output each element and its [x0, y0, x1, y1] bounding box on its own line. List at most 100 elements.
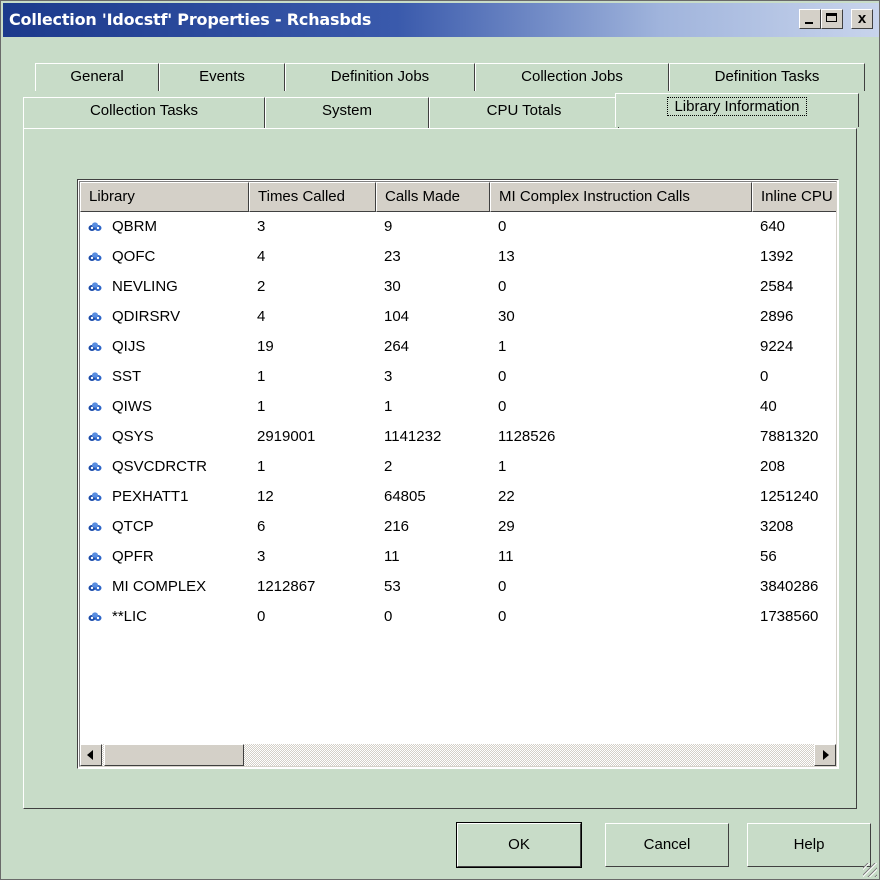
tab-collection-jobs[interactable]: Collection Jobs [475, 63, 669, 91]
tab-cpu-totals[interactable]: CPU Totals [429, 97, 619, 129]
tab-collection-tasks[interactable]: Collection Tasks [23, 97, 265, 129]
table-cell: QSVCDRCTR [112, 458, 208, 475]
tab-definition-tasks[interactable]: Definition Tasks [669, 63, 865, 91]
scroll-right-button[interactable] [814, 744, 836, 766]
maximize-button[interactable] [821, 9, 843, 29]
table-row[interactable]: QIJS 19 264 1 9224 [80, 332, 836, 362]
table-cell: QTCP [112, 518, 154, 535]
tab-label: Collection Jobs [521, 68, 623, 85]
ok-button[interactable]: OK [456, 822, 582, 868]
library-icon [88, 492, 102, 501]
table-cell: 19 [257, 338, 274, 355]
table-cell: 3 [384, 368, 393, 385]
table-cell: 64805 [384, 488, 426, 505]
title-bar[interactable]: Collection 'Idocstf' Properties - Rchasb… [3, 3, 879, 37]
minimize-button[interactable] [799, 9, 821, 29]
arrow-right-icon [823, 750, 829, 760]
table-cell: QIWS [112, 398, 152, 415]
table-cell: 0 [498, 368, 507, 385]
table-cell: 53 [384, 578, 401, 595]
table-cell: 1 [498, 338, 507, 355]
library-icon [88, 252, 102, 261]
table-cell: 4 [257, 248, 266, 265]
table-cell: PEXHATT1 [112, 488, 189, 505]
tab-label: Definition Jobs [330, 68, 430, 85]
library-icon [88, 342, 102, 351]
table-row[interactable]: QIWS 1 1 0 40 [80, 392, 836, 422]
library-icon [88, 222, 102, 231]
resize-grip-icon[interactable] [863, 863, 877, 877]
close-icon: x [857, 10, 867, 27]
column-header-calls-made[interactable]: Calls Made [376, 182, 490, 212]
table-cell: 4 [257, 308, 266, 325]
table-row[interactable]: QPFR 3 11 11 56 [80, 542, 836, 572]
close-button[interactable]: x [851, 9, 873, 29]
table-cell: 2896 [760, 308, 794, 325]
table-cell: 23 [384, 248, 401, 265]
table-row[interactable]: QDIRSRV 4 104 30 2896 [80, 302, 836, 332]
table-cell: SST [112, 368, 142, 385]
cancel-button[interactable]: Cancel [605, 823, 729, 867]
table-cell: 640 [760, 218, 786, 235]
table-cell: **LIC [112, 608, 148, 625]
table-cell: 56 [760, 548, 777, 565]
table-row[interactable]: PEXHATT1 12 64805 22 1251240 [80, 482, 836, 512]
column-header-inline-cpu[interactable]: Inline CPU [752, 182, 836, 212]
tab-label: General [70, 68, 124, 85]
tab-label: Library Information [667, 97, 807, 116]
table-cell: 12 [257, 488, 274, 505]
library-table: Library Times Called Calls Made MI Compl… [77, 179, 839, 769]
horizontal-scrollbar[interactable] [80, 744, 836, 766]
table-cell: 9 [384, 218, 393, 235]
library-icon [88, 582, 102, 591]
table-cell: 216 [384, 518, 410, 535]
table-row[interactable]: QBRM 3 9 0 640 [80, 212, 836, 242]
table-cell: 2584 [760, 278, 794, 295]
table-cell: 1251240 [760, 488, 819, 505]
table-row[interactable]: **LIC 0 0 0 1738560 [80, 602, 836, 632]
library-icon [88, 312, 102, 321]
table-cell: NEVLING [112, 278, 178, 295]
table-cell: MI COMPLEX [112, 578, 207, 595]
table-cell: 0 [257, 608, 266, 625]
table-row[interactable]: QTCP 6 216 29 3208 [80, 512, 836, 542]
table-cell: 1392 [760, 248, 794, 265]
library-icon [88, 612, 102, 621]
table-cell: QSYS [112, 428, 154, 445]
tab-events[interactable]: Events [159, 63, 285, 91]
window-title: Collection 'Idocstf' Properties - Rchasb… [9, 10, 372, 29]
table-cell: 30 [498, 308, 515, 325]
arrow-left-icon [87, 750, 93, 760]
scrollbar-thumb[interactable] [104, 744, 244, 766]
table-cell: 1 [384, 398, 393, 415]
table-cell: 9224 [760, 338, 794, 355]
table-row[interactable]: SST 1 3 0 0 [80, 362, 836, 392]
table-row[interactable]: MI COMPLEX 1212867 53 0 3840286 [80, 572, 836, 602]
library-icon [88, 372, 102, 381]
table-cell: 0 [498, 608, 507, 625]
help-button[interactable]: Help [747, 823, 871, 867]
column-header-mi-complex-instruction-calls[interactable]: MI Complex Instruction Calls [490, 182, 752, 212]
column-header-library[interactable]: Library [80, 182, 249, 212]
table-row[interactable]: QSYS 2919001 1141232 1128526 7881320 [80, 422, 836, 452]
tab-system[interactable]: System [265, 97, 429, 129]
tab-label: Collection Tasks [89, 102, 199, 119]
tab-label: System [321, 102, 372, 119]
library-icon [88, 402, 102, 411]
column-header-times-called[interactable]: Times Called [249, 182, 376, 212]
tab-library-information[interactable]: Library Information [615, 93, 859, 127]
table-cell: 2 [384, 458, 393, 475]
table-cell: 0 [498, 278, 507, 295]
table-cell: 0 [498, 578, 507, 595]
table-cell: 104 [384, 308, 410, 325]
table-row[interactable]: NEVLING 2 30 0 2584 [80, 272, 836, 302]
tab-general[interactable]: General [35, 63, 159, 91]
scroll-left-button[interactable] [80, 744, 102, 766]
tab-label: Events [199, 68, 245, 85]
table-cell: 2 [257, 278, 266, 295]
table-row[interactable]: QSVCDRCTR 1 2 1 208 [80, 452, 836, 482]
table-cell: 1128526 [498, 428, 556, 445]
table-row[interactable]: QOFC 4 23 13 1392 [80, 242, 836, 272]
library-icon [88, 522, 102, 531]
tab-definition-jobs[interactable]: Definition Jobs [285, 63, 475, 91]
